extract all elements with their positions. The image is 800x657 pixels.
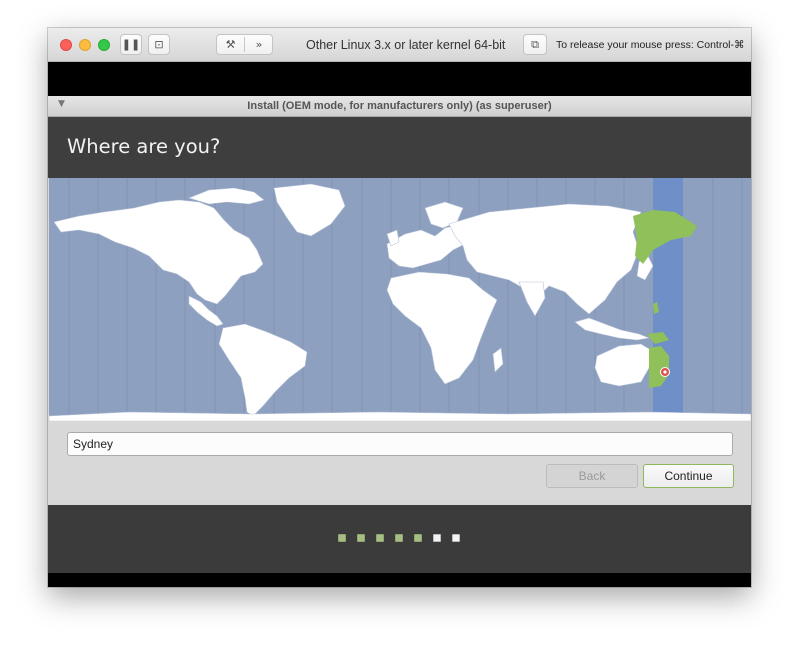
wrench-icon[interactable]: ⚒ — [217, 35, 244, 54]
pause-button[interactable]: ❚❚ — [120, 34, 142, 55]
snapshot-button[interactable]: ⊡ — [148, 34, 170, 55]
timezone-map[interactable] — [49, 178, 751, 421]
progress-step-dot — [452, 534, 460, 542]
progress-step-dot — [338, 534, 346, 542]
world-map-graphic — [49, 178, 751, 421]
page-header: Where are you? — [48, 117, 751, 178]
vm-window: ❚❚ ⊡ ⚒ » Other Linux 3.x or later kernel… — [48, 28, 751, 587]
continue-button[interactable]: Continue — [643, 464, 734, 488]
antarctica-landmass — [49, 411, 751, 421]
back-button[interactable]: Back — [546, 464, 638, 488]
installer-title: Install (OEM mode, for manufacturers onl… — [247, 100, 552, 112]
progress-step-dot — [414, 534, 422, 542]
minimize-window-button[interactable] — [79, 39, 91, 51]
close-window-button[interactable] — [60, 39, 72, 51]
location-input[interactable] — [67, 432, 733, 456]
pause-icon: ❚❚ — [121, 38, 141, 51]
zoom-window-button[interactable] — [98, 39, 110, 51]
settings-segmented-control: ⚒ » — [216, 34, 273, 55]
vm-title: Other Linux 3.x or later kernel 64-bit — [306, 38, 506, 52]
chevron-double-right-icon[interactable]: » — [245, 35, 273, 54]
progress-footer — [48, 505, 751, 573]
installer-window: ▼ Install (OEM mode, for manufacturers o… — [48, 96, 751, 573]
page-title: Where are you? — [67, 135, 221, 158]
progress-step-dot — [433, 534, 441, 542]
snapshot-icon: ⊡ — [154, 38, 164, 51]
location-form: Back Continue — [48, 421, 751, 505]
progress-step-dot — [357, 534, 365, 542]
vm-title-bar: ❚❚ ⊡ ⚒ » Other Linux 3.x or later kernel… — [48, 28, 751, 62]
progress-step-dot — [376, 534, 384, 542]
mouse-release-hint: To release your mouse press: Control-⌘ — [556, 39, 745, 51]
location-pin-icon — [660, 367, 670, 377]
window-icon: ⧉ — [531, 38, 539, 51]
installer-title-bar: ▼ Install (OEM mode, for manufacturers o… — [48, 96, 751, 117]
fullscreen-button[interactable]: ⧉ — [523, 34, 547, 55]
progress-step-dot — [395, 534, 403, 542]
